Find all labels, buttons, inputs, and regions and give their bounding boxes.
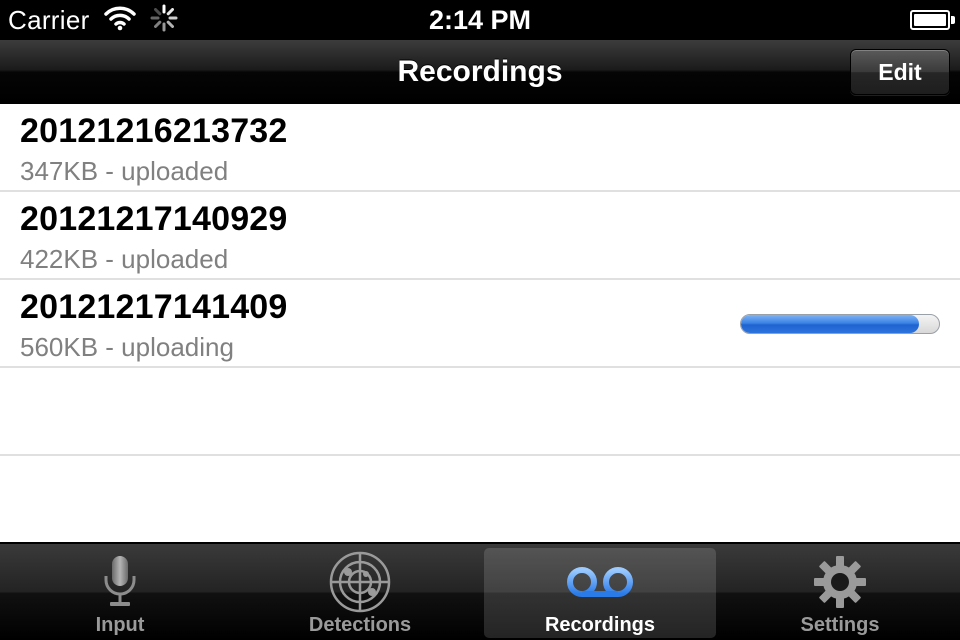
empty-table-row — [0, 456, 960, 542]
tab-label: Detections — [308, 614, 412, 636]
battery-level — [914, 14, 946, 26]
recordings-table: 20121216213732 347KB - uploaded 20121217… — [0, 104, 960, 542]
edit-button[interactable]: Edit — [850, 49, 950, 95]
recording-name: 20121217140929 — [20, 200, 288, 238]
recording-name: 20121217141409 — [20, 288, 288, 326]
tab-input[interactable]: Input — [0, 544, 240, 640]
tab-bar: Input Detections Recordings Settings — [0, 542, 960, 640]
tab-detections[interactable]: Detections — [240, 544, 480, 640]
tab-label: Recordings — [544, 614, 656, 636]
app-screen: Carrier 2:14 PM Recordings Edit 20121216… — [0, 0, 960, 640]
table-row[interactable]: 20121216213732 347KB - uploaded — [0, 104, 960, 192]
recording-detail: 560KB - uploading — [20, 332, 234, 362]
tab-settings[interactable]: Settings — [720, 544, 960, 640]
tab-label: Input — [95, 614, 145, 636]
status-bar: Carrier 2:14 PM — [0, 0, 960, 40]
voicemail-icon — [480, 550, 720, 614]
recording-name: 20121216213732 — [20, 112, 288, 150]
battery-nub — [951, 16, 955, 24]
recording-detail: 347KB - uploaded — [20, 156, 229, 186]
battery-icon — [910, 10, 955, 30]
tab-recordings[interactable]: Recordings — [480, 544, 720, 640]
gear-icon — [720, 550, 960, 614]
tab-label: Settings — [800, 614, 880, 636]
radar-icon — [240, 550, 480, 614]
empty-table-row — [0, 368, 960, 456]
upload-progress-fill — [741, 315, 920, 333]
navigation-bar: Recordings Edit — [0, 40, 960, 104]
status-time: 2:14 PM — [428, 5, 532, 35]
page-title: Recordings — [397, 55, 563, 88]
microphone-icon — [0, 550, 240, 614]
recording-detail: 422KB - uploaded — [20, 244, 229, 274]
table-row[interactable]: 20121217141409 560KB - uploading — [0, 280, 960, 368]
table-row[interactable]: 20121217140929 422KB - uploaded — [0, 192, 960, 280]
upload-progress-bar — [740, 314, 940, 334]
